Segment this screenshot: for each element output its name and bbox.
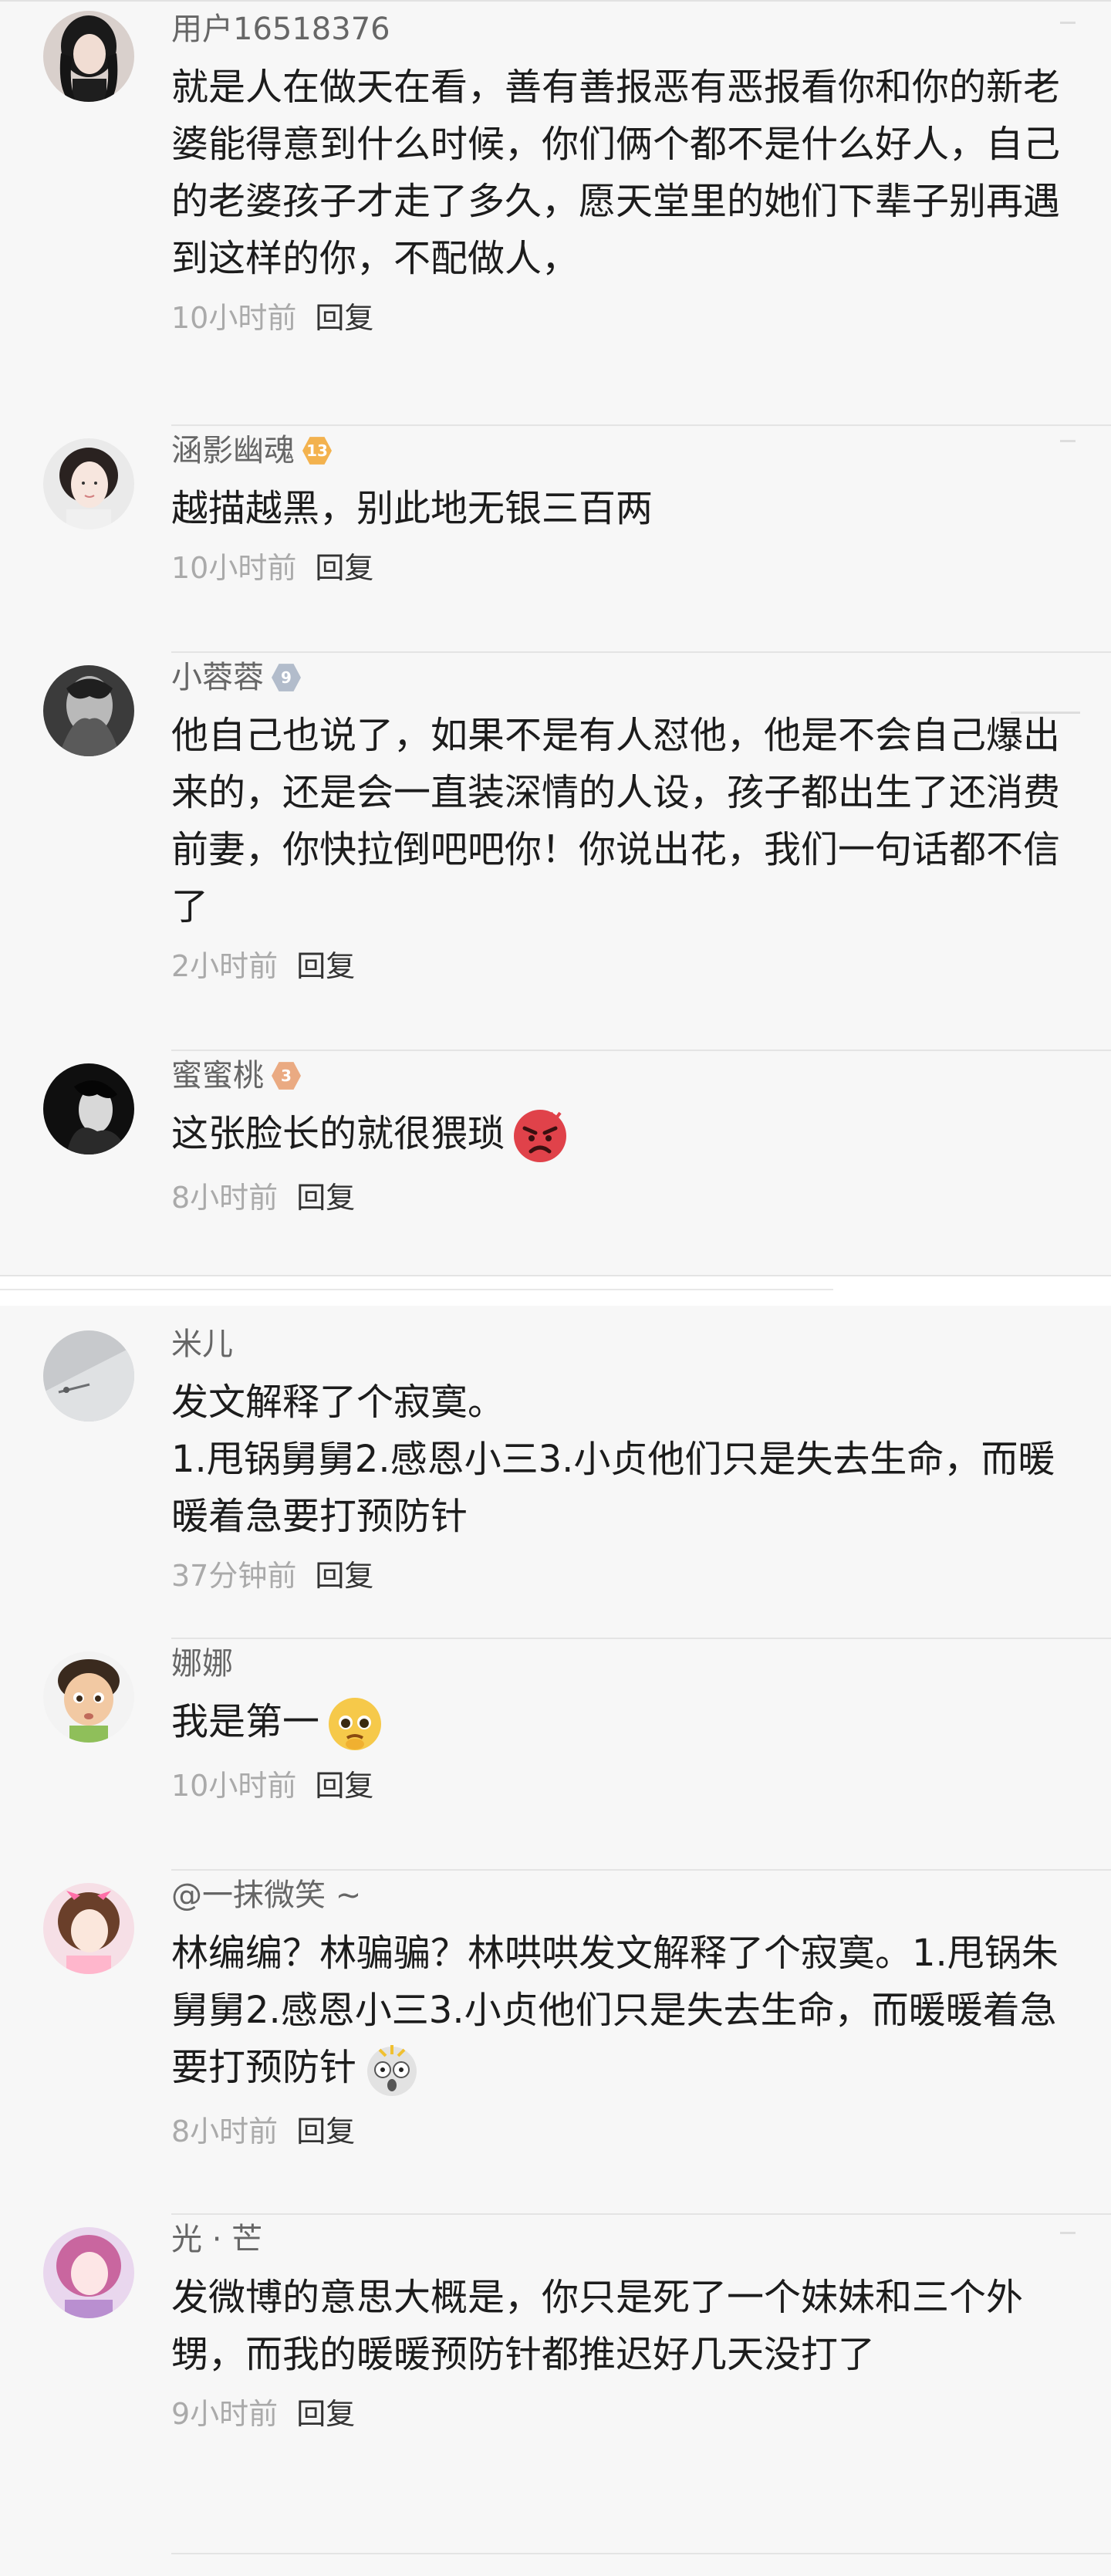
comment-item: 米儿 发文解释了个寂寞。 1.甩锅舅舅2.感恩小三3.小贞他们只是失去生命，而暖… [0, 1304, 1111, 1639]
reply-button[interactable]: 回复 [296, 2390, 355, 2432]
pleading-face-icon [324, 1693, 386, 1755]
avatar[interactable] [43, 1063, 134, 1154]
section-separator [0, 1275, 1111, 1306]
avatar[interactable] [43, 665, 134, 756]
name-row: 光 · 芒 [171, 2215, 1080, 2264]
username[interactable]: 娜娜 [171, 1639, 233, 1689]
angry-face-icon [509, 1105, 571, 1167]
timestamp: 10小时前 [171, 1768, 297, 1803]
top-divider [0, 0, 1111, 2]
name-row: 用户16518376 [171, 5, 1080, 54]
username[interactable]: 光 · 芒 [171, 2215, 262, 2264]
username[interactable]: 米儿 [171, 1320, 233, 1369]
level-badge: 3 [272, 1062, 301, 1090]
comment-item: 涵影幽魂 13 越描越黑，别此地无银三百两 10小时前 回复 [0, 426, 1111, 653]
name-row: 娜娜 [171, 1639, 1080, 1689]
name-row: @一抹微笑 ~ [171, 1871, 1080, 1920]
avatar[interactable] [43, 438, 134, 529]
reply-button[interactable]: 回复 [296, 1174, 355, 1216]
username[interactable]: @一抹微笑 ~ [171, 1871, 361, 1920]
reply-button[interactable]: 回复 [315, 1762, 373, 1804]
avatar[interactable] [43, 1883, 134, 1974]
username[interactable]: 用户16518376 [171, 5, 390, 54]
comment-meta: 10小时前 回复 [171, 287, 1080, 343]
username[interactable]: 小蓉蓉 [171, 653, 264, 702]
avatar[interactable] [43, 2227, 134, 2318]
reply-button[interactable]: 回复 [315, 294, 373, 336]
comment-text: 发文解释了个寂寞。 1.甩锅舅舅2.感恩小三3.小贞他们只是失去生命，而暖暖着急… [171, 1374, 1080, 1545]
timestamp: 10小时前 [171, 550, 297, 585]
comment-text-line: 1.甩锅舅舅2.感恩小三3.小贞他们只是失去生命，而暖暖着急要打预防针 [171, 1438, 1055, 1538]
comment-meta: 10小时前 回复 [171, 537, 1080, 593]
separator-line [0, 1289, 833, 1290]
comment-text-content: 这张脸长的就很猥琐 [171, 1112, 505, 1155]
reply-button[interactable]: 回复 [315, 544, 373, 587]
comment-item: 小蓉蓉 9 他自己也说了，如果不是有人怼他，他是不会自己爆出来的，还是会一直装深… [0, 653, 1111, 1051]
name-row: 涵影幽魂 13 [171, 426, 1080, 475]
timestamp: 9小时前 [171, 2396, 279, 2431]
comment-meta: 37分钟前 回复 [171, 1545, 1080, 1601]
comment-meta: 9小时前 回复 [171, 2383, 1080, 2439]
level-badge: 9 [272, 664, 301, 691]
reply-button[interactable]: 回复 [315, 1552, 373, 1594]
comment-item: 娜娜 我是第一 10小时前 回复 [0, 1639, 1111, 1871]
more-indicator [1060, 2232, 1076, 2234]
reply-button[interactable]: 回复 [296, 2108, 355, 2150]
avatar[interactable] [43, 1330, 134, 1422]
more-indicator [1060, 22, 1076, 24]
comment-list-lower: 米儿 发文解释了个寂寞。 1.甩锅舅舅2.感恩小三3.小贞他们只是失去生命，而暖… [0, 1304, 1111, 2554]
comment-text-content: 我是第一 [171, 1700, 320, 1743]
comment-item: 光 · 芒 发微博的意思大概是，你只是死了一个妹妹和三个外甥，而我的暖暖预防针都… [0, 2215, 1111, 2554]
comment-list-upper: 用户16518376 就是人在做天在看，善有善报恶有恶报看你和你的新老婆能得意到… [0, 5, 1111, 1278]
avatar[interactable] [43, 1651, 134, 1743]
username[interactable]: 涵影幽魂 [171, 426, 295, 475]
comment-meta: 8小时前 回复 [171, 2101, 1080, 2156]
timestamp: 10小时前 [171, 300, 297, 335]
comment-item: 用户16518376 就是人在做天在看，善有善报恶有恶报看你和你的新老婆能得意到… [0, 5, 1111, 426]
shocked-face-icon [361, 2039, 423, 2101]
comment-meta: 2小时前 回复 [171, 935, 1080, 991]
comment-text: 林编编？林骗骗？林哄哄发文解释了个寂寞。1.甩锅朱舅舅2.感恩小三3.小贞他们只… [171, 1925, 1080, 2101]
timestamp: 37分钟前 [171, 1558, 297, 1593]
name-row: 蜜蜜桃 3 [171, 1051, 1080, 1100]
comment-meta: 8小时前 回复 [171, 1167, 1080, 1222]
name-row: 米儿 [171, 1304, 1080, 1369]
comment-text: 我是第一 [171, 1693, 1080, 1755]
level-badge: 13 [302, 437, 332, 465]
divider [171, 2553, 1111, 2554]
comment-text: 他自己也说了，如果不是有人怼他，他是不会自己爆出来的，还是会一直装深情的人设，孩… [171, 714, 1061, 928]
timestamp: 2小时前 [171, 948, 279, 983]
comment-text: 发微博的意思大概是，你只是死了一个妹妹和三个外甥，而我的暖暖预防针都推迟好几天没… [171, 2276, 1024, 2376]
comment-item: 蜜蜜桃 3 这张脸长的就很猥琐 8小时前 回复 [0, 1051, 1111, 1278]
comment-page: 用户16518376 就是人在做天在看，善有善报恶有恶报看你和你的新老婆能得意到… [0, 0, 1111, 2576]
name-row: 小蓉蓉 9 [171, 653, 1080, 702]
timestamp: 8小时前 [171, 1180, 279, 1215]
username[interactable]: 蜜蜜桃 [171, 1051, 264, 1100]
comment-text: 这张脸长的就很猥琐 [171, 1105, 1080, 1167]
comment-item: @一抹微笑 ~ 林编编？林骗骗？林哄哄发文解释了个寂寞。1.甩锅朱舅舅2.感恩小… [0, 1871, 1111, 2215]
reply-button[interactable]: 回复 [296, 942, 355, 985]
comment-text-content: 林编编？林骗骗？林哄哄发文解释了个寂寞。1.甩锅朱舅舅2.感恩小三3.小贞他们只… [171, 1932, 1059, 2089]
comment-meta: 10小时前 回复 [171, 1755, 1080, 1810]
comment-text: 就是人在做天在看，善有善报恶有恶报看你和你的新老婆能得意到什么时候，你们俩个都不… [171, 66, 1061, 280]
more-indicator [1060, 440, 1076, 442]
comment-text-line: 发文解释了个寂寞。 [171, 1381, 505, 1424]
more-indicator [1011, 712, 1080, 714]
comment-text: 越描越黑，别此地无银三百两 [171, 487, 653, 530]
timestamp: 8小时前 [171, 2114, 279, 2148]
avatar[interactable] [43, 11, 134, 102]
